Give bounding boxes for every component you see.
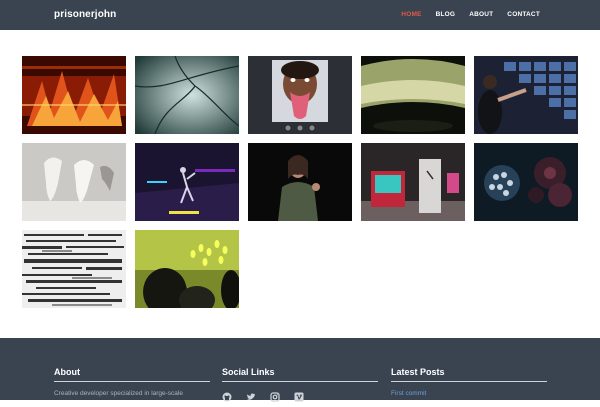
thumb-white-sculptures-icon bbox=[22, 143, 126, 221]
nav-about[interactable]: ABOUT bbox=[469, 11, 493, 18]
nav-blog[interactable]: BLOG bbox=[436, 11, 456, 18]
footer-about-title: About bbox=[54, 367, 210, 382]
thumb-glitch-text-icon bbox=[22, 230, 126, 308]
thumb-panoramic-room-icon bbox=[361, 56, 465, 134]
nav-home[interactable]: HOME bbox=[401, 11, 421, 18]
top-navbar: prisonerjohn HOME BLOG ABOUT CONTACT bbox=[0, 0, 600, 30]
footer-social: Social Links bbox=[222, 367, 378, 402]
thumb-installation-booth-icon bbox=[361, 143, 465, 221]
latest-post-link[interactable]: First commit bbox=[391, 390, 547, 397]
thumb-cells-screen-icon bbox=[474, 143, 578, 221]
gallery-item-8[interactable] bbox=[248, 143, 352, 221]
vimeo-icon[interactable] bbox=[294, 389, 304, 402]
thumb-dancer-stage-icon bbox=[135, 143, 239, 221]
instagram-icon[interactable] bbox=[270, 389, 280, 402]
gallery-item-9[interactable] bbox=[361, 143, 465, 221]
thumb-touch-wall-icon bbox=[474, 56, 578, 134]
thumb-crowd-lights-icon bbox=[135, 230, 239, 308]
footer-latest-posts: Latest Posts First commit bbox=[391, 367, 547, 397]
thumb-speaker-woman-icon bbox=[248, 143, 352, 221]
github-icon[interactable] bbox=[222, 389, 232, 402]
site-brand[interactable]: prisonerjohn bbox=[54, 9, 116, 20]
main-nav: HOME BLOG ABOUT CONTACT bbox=[387, 11, 540, 18]
site-footer: About Creative developer specialized in … bbox=[0, 338, 600, 402]
footer-about-text: Creative developer specialized in large-… bbox=[54, 390, 183, 397]
thumb-face-tongue-icon bbox=[248, 56, 352, 134]
thumb-teal-branches-icon bbox=[135, 56, 239, 134]
footer-social-title: Social Links bbox=[222, 367, 378, 382]
footer-about: About Creative developer specialized in … bbox=[54, 367, 210, 397]
thumb-fire-abstract-icon bbox=[22, 56, 126, 134]
social-icons bbox=[222, 389, 378, 402]
twitter-icon[interactable] bbox=[246, 389, 256, 400]
gallery-item-4[interactable] bbox=[361, 56, 465, 134]
gallery-item-3[interactable] bbox=[248, 56, 352, 134]
gallery-item-12[interactable] bbox=[135, 230, 239, 308]
gallery-item-2[interactable] bbox=[135, 56, 239, 134]
gallery-item-11[interactable] bbox=[22, 230, 126, 308]
gallery-item-10[interactable] bbox=[474, 143, 578, 221]
gallery-item-7[interactable] bbox=[135, 143, 239, 221]
gallery-item-5[interactable] bbox=[474, 56, 578, 134]
gallery-item-6[interactable] bbox=[22, 143, 126, 221]
nav-contact[interactable]: CONTACT bbox=[507, 11, 540, 18]
footer-latest-title: Latest Posts bbox=[391, 367, 547, 382]
gallery-item-1[interactable] bbox=[22, 56, 126, 134]
